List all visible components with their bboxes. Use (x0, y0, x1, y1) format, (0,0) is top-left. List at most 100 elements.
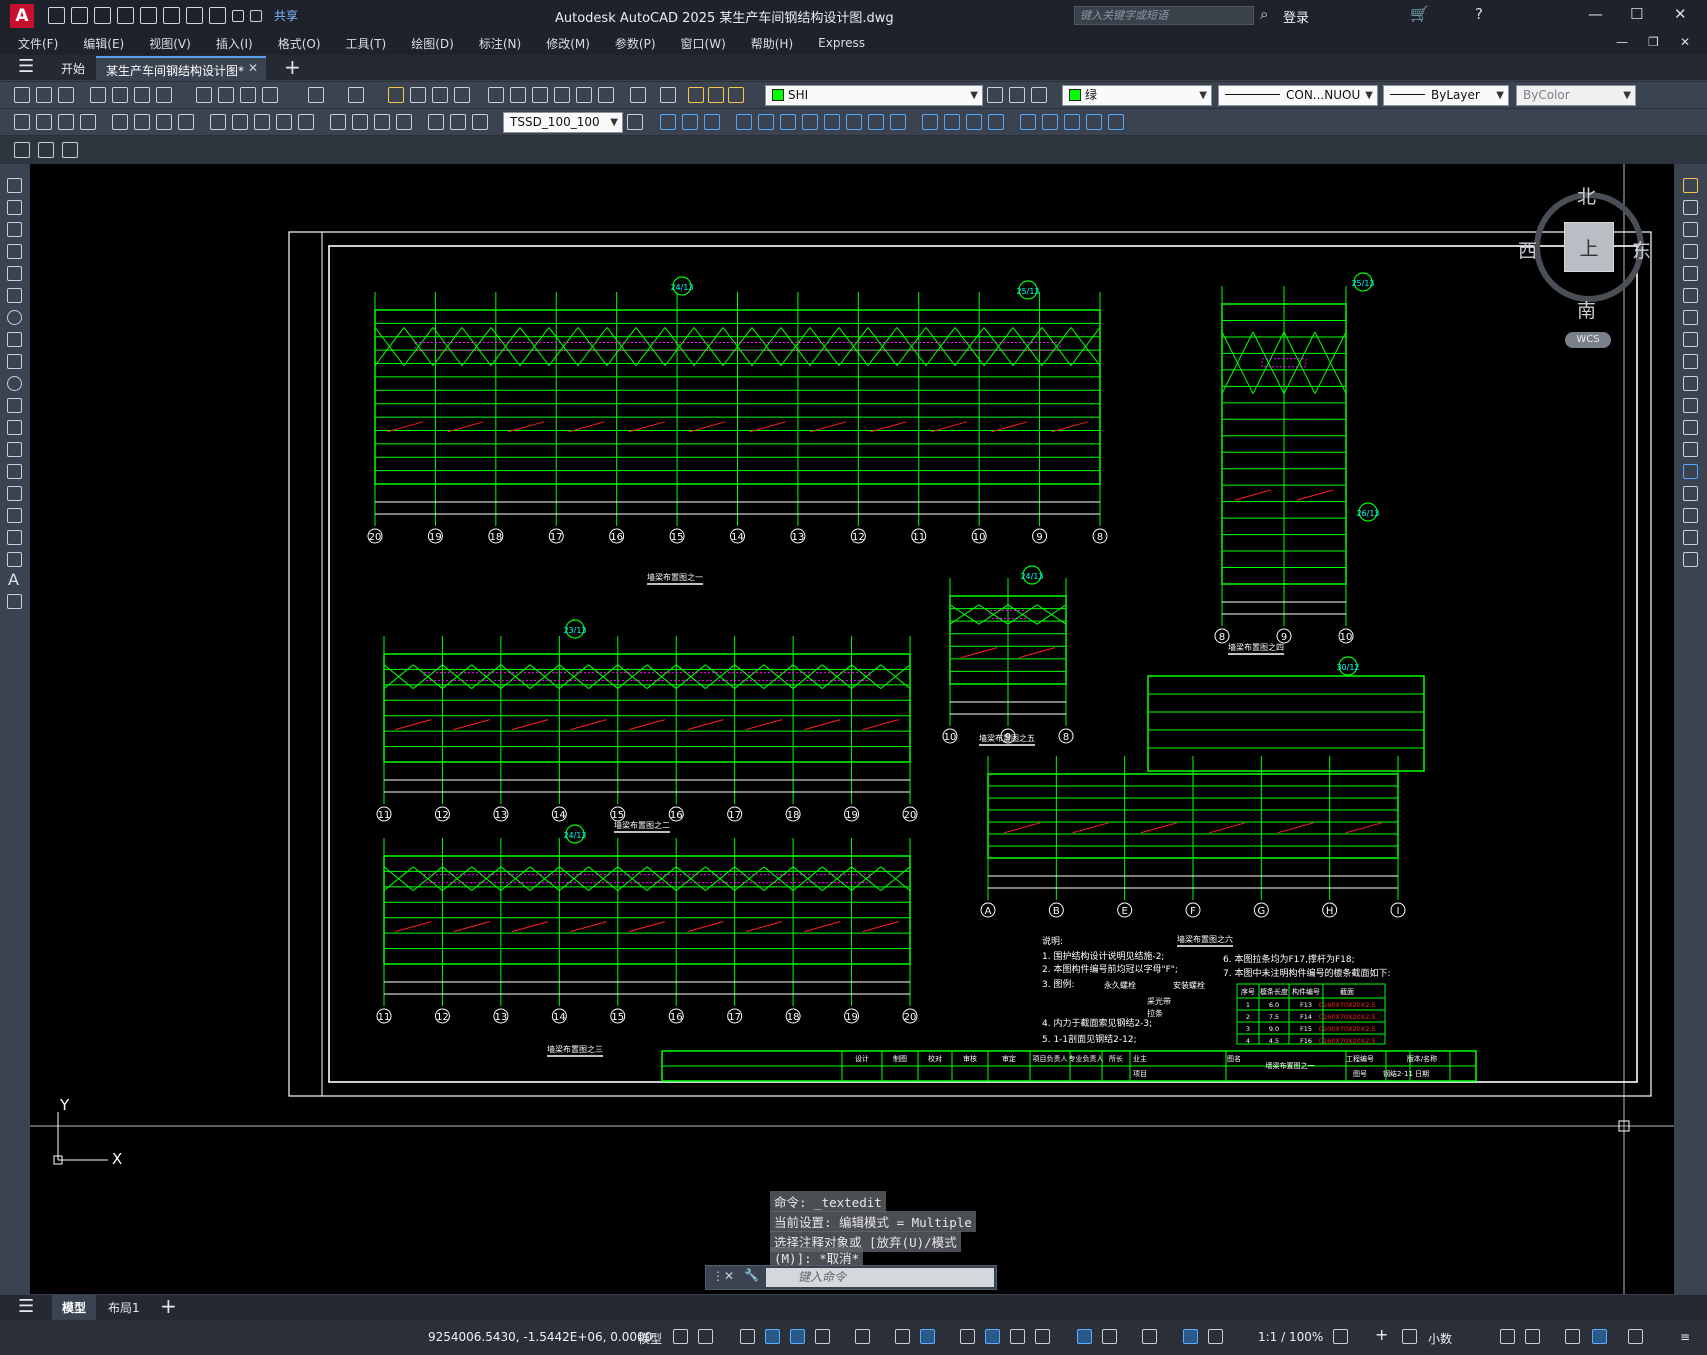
isolate-objects-icon[interactable] (1565, 1329, 1580, 1344)
dim-text-edit-icon[interactable] (450, 114, 466, 130)
dim-space-icon[interactable] (276, 114, 292, 130)
coordinate-readout[interactable]: 9254006.5430, -1.5442E+06, 0.0000 (428, 1330, 652, 1344)
join-icon[interactable] (1683, 464, 1698, 479)
baseline-dim-icon[interactable] (232, 114, 248, 130)
model-space-button[interactable]: 模型 (638, 1330, 662, 1347)
fillet-icon[interactable] (1683, 508, 1698, 523)
quick-properties-icon[interactable] (1500, 1329, 1515, 1344)
menu-modify[interactable]: 修改(M) (546, 35, 590, 52)
tool-a-icon[interactable] (14, 142, 30, 158)
break-icon[interactable] (1683, 442, 1698, 457)
menu-insert[interactable]: 插入(I) (216, 35, 253, 52)
viewcube[interactable]: 上 北 南 东 西 WCS (1518, 182, 1651, 352)
dim-update-icon[interactable] (472, 114, 488, 130)
array-icon[interactable] (1683, 266, 1698, 281)
grip-icon[interactable]: ⋮ (712, 1269, 724, 1283)
center-mark-icon[interactable] (352, 114, 368, 130)
3d-osnap-icon[interactable] (1035, 1329, 1050, 1344)
cut-icon[interactable] (156, 87, 172, 103)
dynamic-input-icon[interactable] (765, 1329, 780, 1344)
qat-dropdown-icon[interactable] (250, 9, 262, 22)
new-tab-icon[interactable]: + (284, 55, 301, 79)
undo-icon[interactable] (308, 87, 324, 103)
open-icon[interactable] (36, 87, 52, 103)
snap-icon[interactable] (698, 1329, 713, 1344)
ucs-origin-icon[interactable] (802, 114, 818, 130)
move-icon[interactable] (1683, 288, 1698, 303)
tab-close-icon[interactable]: ✕ (248, 61, 258, 75)
ucs-settings-icon[interactable] (988, 114, 1004, 130)
hyperlink-icon[interactable] (1108, 114, 1124, 130)
ucs-y-icon[interactable] (890, 114, 906, 130)
angular-dim-icon[interactable] (178, 114, 194, 130)
pan-icon[interactable] (388, 87, 404, 103)
paste-icon[interactable] (218, 87, 234, 103)
menu-express[interactable]: Express (818, 36, 865, 50)
redo-icon[interactable] (232, 9, 244, 22)
menu-help[interactable]: 帮助(H) (751, 35, 793, 52)
linear-dim-icon[interactable] (14, 114, 30, 130)
layer-freeze-icon[interactable] (708, 87, 724, 103)
point-icon[interactable] (7, 464, 22, 479)
menu-window[interactable]: 窗口(W) (681, 35, 726, 52)
ucs-face-icon[interactable] (736, 114, 752, 130)
qnew-icon[interactable] (14, 87, 30, 103)
selection-filter-icon[interactable] (1102, 1329, 1117, 1344)
save-as-icon[interactable] (117, 7, 134, 24)
new-file-icon[interactable] (48, 7, 65, 24)
ucs-world-icon[interactable] (682, 114, 698, 130)
named-ucs-icon[interactable] (966, 114, 982, 130)
markup-icon[interactable] (576, 87, 592, 103)
insert-block-icon[interactable] (1020, 114, 1036, 130)
mirror-icon[interactable] (1683, 222, 1698, 237)
layer-states-icon[interactable] (1031, 87, 1047, 103)
share-button[interactable]: 共享 (274, 7, 298, 24)
revision-cloud-icon[interactable] (7, 332, 22, 347)
isodraft-icon[interactable] (855, 1329, 870, 1344)
open-web-icon[interactable] (140, 7, 157, 24)
make-current-icon[interactable] (987, 87, 1003, 103)
tab-active-document[interactable]: 某生产车间钢结构设计图* ✕ (96, 56, 266, 81)
chamfer-icon[interactable] (1683, 486, 1698, 501)
xref-icon[interactable] (1042, 114, 1058, 130)
ucs-zaxis-icon[interactable] (824, 114, 840, 130)
menu-dimension[interactable]: 标注(N) (479, 35, 521, 52)
zoom-window-icon[interactable] (432, 87, 448, 103)
insert-block-icon[interactable] (7, 420, 22, 435)
ortho-icon[interactable] (790, 1329, 805, 1344)
grid-icon[interactable] (673, 1329, 688, 1344)
lineweight-dropdown[interactable]: ByLayer ▼ (1383, 85, 1509, 106)
polyline-icon[interactable] (7, 222, 22, 237)
linetype-dropdown[interactable]: CON...NUOU ▼ (1218, 85, 1378, 106)
plot-icon[interactable] (186, 7, 203, 24)
minimize-icon[interactable]: — (1588, 5, 1603, 23)
lock-ui-icon[interactable] (1525, 1329, 1540, 1344)
command-input[interactable]: 键入命令 (766, 1268, 994, 1287)
wcs-menu[interactable]: WCS (1565, 332, 1611, 348)
search-icon[interactable]: ⌕ (1260, 5, 1268, 23)
annotation-scale[interactable]: 1:1 / 100% (1258, 1330, 1323, 1344)
hardware-acceleration-icon[interactable] (1592, 1329, 1607, 1344)
extend-icon[interactable] (1683, 398, 1698, 413)
ordinate-dim-icon[interactable] (80, 114, 96, 130)
spline-icon[interactable] (7, 354, 22, 369)
sheet-set-icon[interactable] (554, 87, 570, 103)
erase-icon[interactable] (1683, 178, 1698, 193)
ucs-z-icon[interactable] (922, 114, 938, 130)
auto-scale-icon[interactable] (1208, 1329, 1223, 1344)
units-icon[interactable] (1402, 1329, 1417, 1344)
tool-palettes-icon[interactable] (532, 87, 548, 103)
tab-model[interactable]: 模型 (52, 1295, 97, 1321)
explode-icon[interactable] (1683, 552, 1698, 567)
trim-icon[interactable] (1683, 376, 1698, 391)
undo-icon[interactable] (209, 7, 226, 24)
mtext-icon[interactable]: A (8, 570, 19, 589)
ucs-icon[interactable] (660, 114, 676, 130)
annotation-monitor-icon[interactable]: + (1375, 1325, 1388, 1344)
layer-lock-icon[interactable] (728, 87, 744, 103)
menu-format[interactable]: 格式(O) (278, 35, 321, 52)
copy-icon[interactable] (196, 87, 212, 103)
add-selected-icon[interactable] (7, 594, 22, 609)
zoom-realtime-icon[interactable] (410, 87, 426, 103)
layer-on-icon[interactable] (688, 87, 704, 103)
